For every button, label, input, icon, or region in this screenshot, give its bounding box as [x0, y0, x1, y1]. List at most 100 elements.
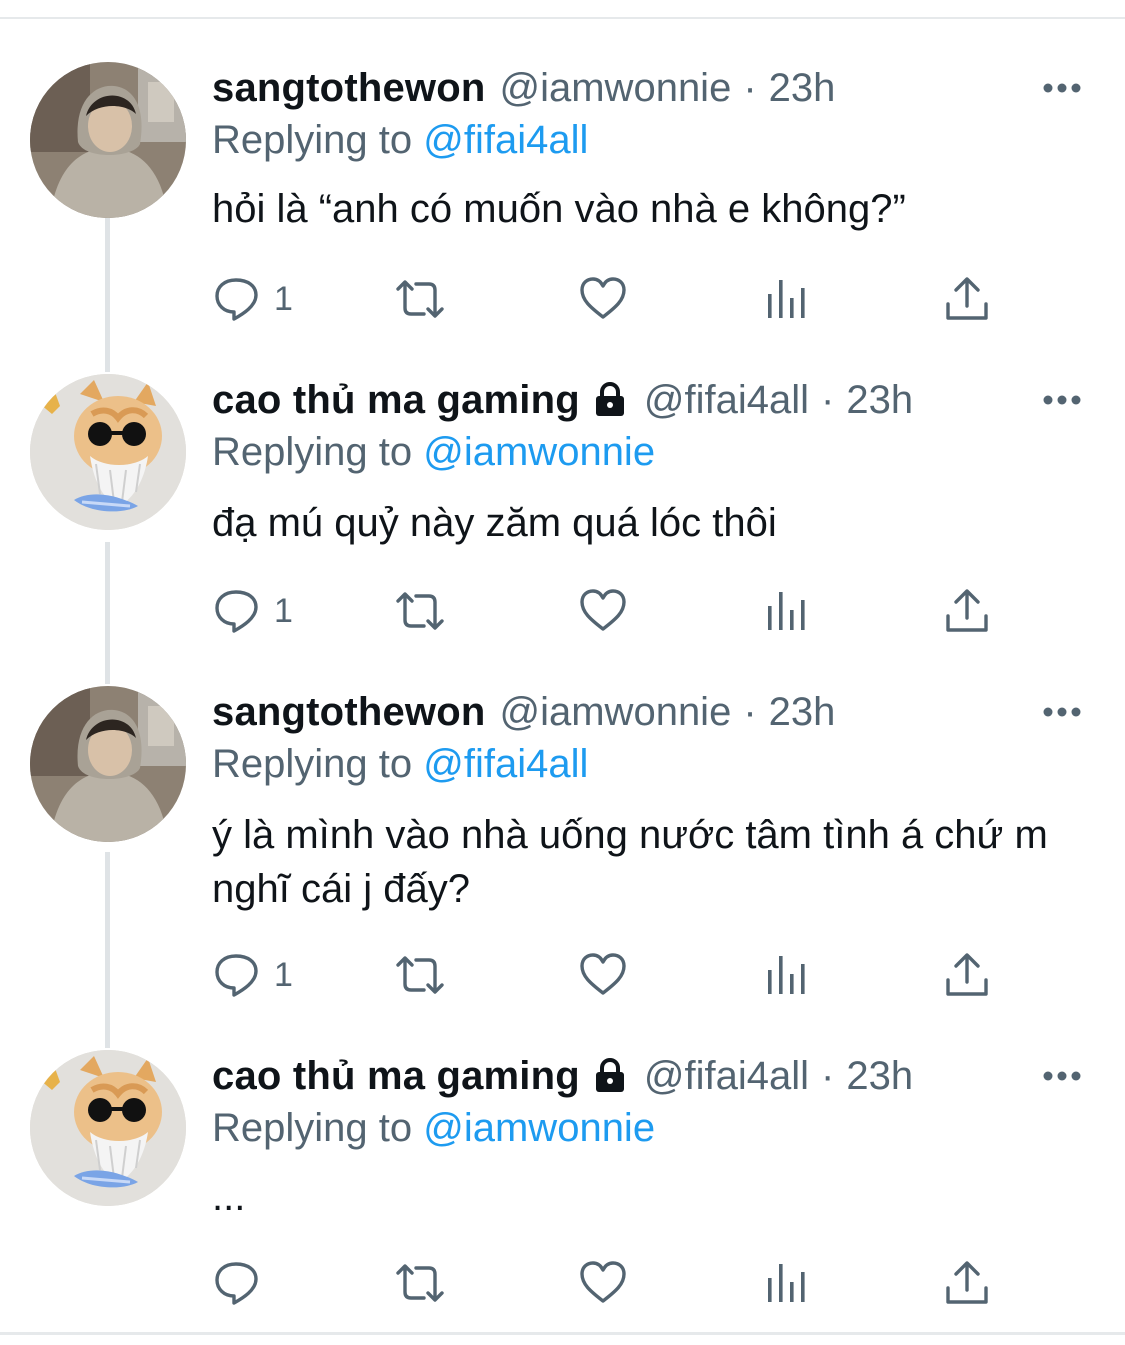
speech-bubble-icon	[215, 954, 258, 997]
speech-bubble-icon	[215, 278, 258, 321]
retweet-button[interactable]	[392, 586, 448, 636]
reply-button[interactable]: 1	[212, 950, 293, 1000]
replying-to-label: Replying to	[212, 118, 413, 162]
three-dots-icon	[1043, 1071, 1081, 1081]
separator-dot: ·	[743, 690, 757, 734]
user-handle[interactable]: @fifai4all	[644, 1050, 809, 1102]
replying-to-line: Replying to @fifai4all	[212, 114, 588, 166]
heart-icon	[580, 1261, 626, 1303]
separator-dot: ·	[821, 378, 835, 422]
share-button[interactable]	[942, 1258, 992, 1308]
retweet-button[interactable]	[392, 274, 448, 324]
avatar-photo-person-hoodie	[30, 62, 186, 218]
three-dots-icon	[1043, 707, 1081, 717]
action-bar	[212, 1258, 1032, 1308]
avatar-photo-cat-sunglasses	[30, 374, 186, 530]
heart-icon	[580, 277, 626, 319]
tweet[interactable]: sangtothewon @iamwonnie · 23h Replying t…	[0, 686, 1125, 1026]
replying-to-label: Replying to	[212, 742, 413, 786]
lock-icon	[595, 1057, 624, 1092]
views-button[interactable]	[762, 1258, 812, 1308]
replying-to-label: Replying to	[212, 430, 413, 474]
action-bar: 1	[212, 950, 1032, 1000]
tweet-text: ý là mình vào nhà uống nước tâm tình á c…	[212, 813, 1048, 911]
tweet-text: hỏi là “anh có muốn vào nhà e không?”	[212, 187, 906, 231]
mention-link[interactable]: @fifai4all	[423, 118, 588, 162]
reply-count: 1	[274, 592, 293, 630]
tweet[interactable]: sangtothewon @iamwonnie · 23h Replying t…	[0, 62, 1125, 352]
retweet-arrows-icon	[396, 280, 444, 318]
avatar[interactable]	[30, 62, 186, 218]
bar-chart-icon	[768, 956, 805, 994]
reply-button[interactable]: 1	[212, 586, 293, 636]
display-name[interactable]: sangtothewon	[212, 62, 486, 114]
reply-button[interactable]: 1	[212, 274, 293, 324]
bottom-divider	[0, 1332, 1125, 1335]
share-button[interactable]	[942, 586, 992, 636]
mention-link[interactable]: @iamwonnie	[423, 430, 655, 474]
tweet-header: sangtothewon @iamwonnie · 23h	[212, 686, 835, 738]
mention-link[interactable]: @iamwonnie	[423, 1106, 655, 1150]
avatar-photo-person-hoodie	[30, 686, 186, 842]
replying-to-line: Replying to @fifai4all	[212, 738, 588, 790]
share-upload-icon	[946, 1261, 988, 1304]
more-options-button[interactable]	[1040, 382, 1084, 418]
timestamp[interactable]: 23h	[769, 686, 836, 738]
timestamp[interactable]: 23h	[769, 62, 836, 114]
like-button[interactable]	[578, 950, 628, 1000]
reply-count: 1	[274, 280, 293, 318]
speech-bubble-icon	[215, 590, 258, 633]
tweet-header: sangtothewon @iamwonnie · 23h	[212, 62, 835, 114]
mention-link[interactable]: @fifai4all	[423, 742, 588, 786]
avatar[interactable]	[30, 1050, 186, 1206]
timestamp[interactable]: 23h	[846, 1050, 913, 1102]
replying-to-label: Replying to	[212, 1106, 413, 1150]
action-bar: 1	[212, 274, 1032, 324]
tweet[interactable]: cao thủ ma gaming @fifai4all · 23h Reply…	[0, 374, 1125, 674]
avatar-photo-cat-sunglasses	[30, 1050, 186, 1206]
separator-dot: ·	[821, 1054, 835, 1098]
bar-chart-icon	[768, 1264, 805, 1302]
like-button[interactable]	[578, 586, 628, 636]
top-divider	[0, 17, 1125, 19]
views-button[interactable]	[762, 950, 812, 1000]
speech-bubble-icon	[215, 1262, 258, 1305]
retweet-button[interactable]	[392, 1258, 448, 1308]
reply-count: 1	[274, 956, 293, 994]
tweet-text: ...	[212, 1175, 246, 1219]
replying-to-line: Replying to @iamwonnie	[212, 1102, 655, 1154]
retweet-arrows-icon	[396, 592, 444, 630]
bar-chart-icon	[768, 592, 805, 630]
more-options-button[interactable]	[1040, 694, 1084, 730]
tweet[interactable]: cao thủ ma gaming @fifai4all · 23h Reply…	[0, 1050, 1125, 1320]
tweet-header: cao thủ ma gaming @fifai4all · 23h	[212, 374, 913, 426]
like-button[interactable]	[578, 274, 628, 324]
replying-to-line: Replying to @iamwonnie	[212, 426, 655, 478]
share-button[interactable]	[942, 950, 992, 1000]
user-handle[interactable]: @iamwonnie	[500, 62, 732, 114]
more-options-button[interactable]	[1040, 1058, 1084, 1094]
avatar[interactable]	[30, 686, 186, 842]
views-button[interactable]	[762, 274, 812, 324]
share-upload-icon	[946, 589, 988, 632]
display-name[interactable]: sangtothewon	[212, 686, 486, 738]
more-options-button[interactable]	[1040, 70, 1084, 106]
share-button[interactable]	[942, 274, 992, 324]
like-button[interactable]	[578, 1258, 628, 1308]
user-handle[interactable]: @fifai4all	[644, 374, 809, 426]
share-upload-icon	[946, 953, 988, 996]
views-button[interactable]	[762, 586, 812, 636]
lock-icon	[595, 381, 624, 416]
retweet-arrows-icon	[396, 956, 444, 994]
user-handle[interactable]: @iamwonnie	[500, 686, 732, 738]
display-name[interactable]: cao thủ ma gaming	[212, 1050, 580, 1102]
retweet-button[interactable]	[392, 950, 448, 1000]
reply-button[interactable]	[212, 1258, 274, 1308]
display-name[interactable]: cao thủ ma gaming	[212, 374, 580, 426]
tweet-text: đạ mú quỷ này zăm quá lóc thôi	[212, 501, 777, 545]
timestamp[interactable]: 23h	[846, 374, 913, 426]
share-upload-icon	[946, 277, 988, 320]
heart-icon	[580, 953, 626, 995]
bar-chart-icon	[768, 280, 805, 318]
avatar[interactable]	[30, 374, 186, 530]
